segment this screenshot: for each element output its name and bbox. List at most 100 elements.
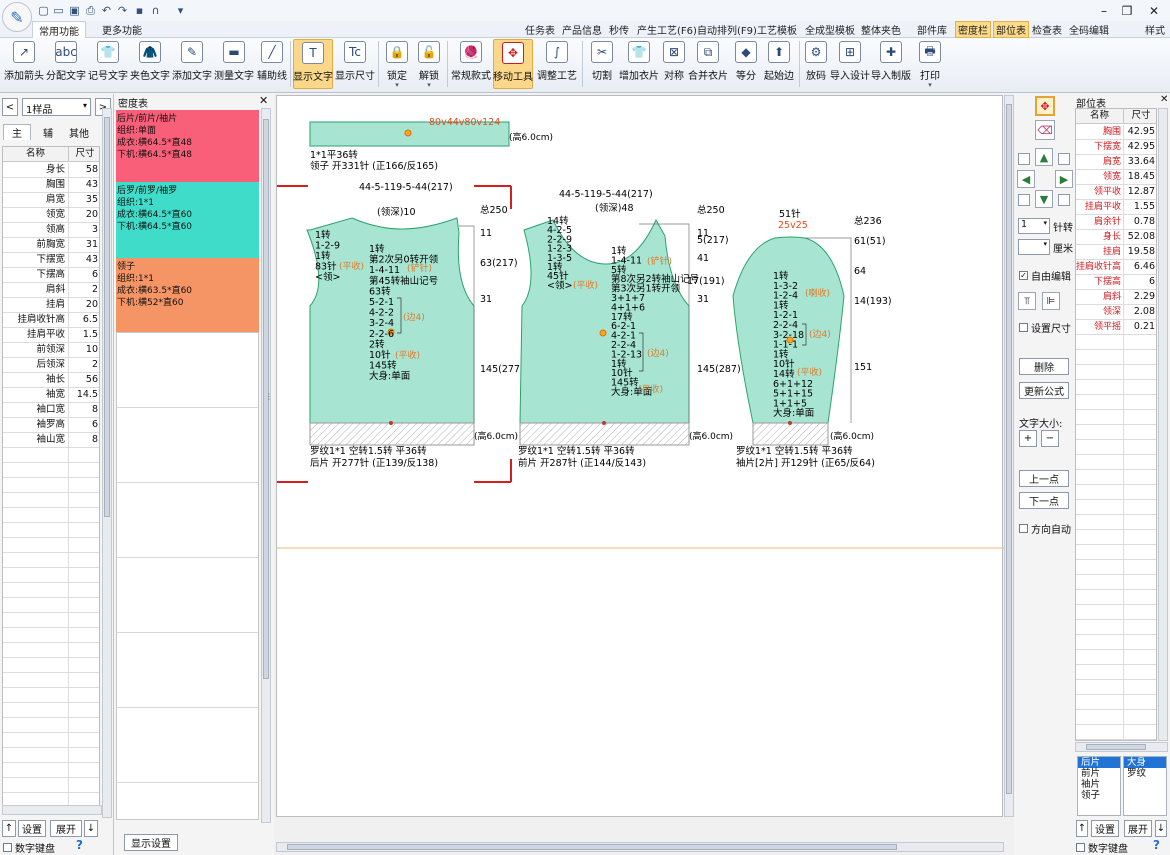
align-left-icon[interactable]: ⊫ bbox=[1042, 292, 1060, 310]
move-tool-icon[interactable]: ✥ bbox=[1035, 96, 1055, 116]
top-link-7[interactable]: 整体夹色 bbox=[861, 21, 901, 38]
restore-button[interactable]: ❐ bbox=[1115, 2, 1139, 19]
left-move-down-button[interactable]: ↓ bbox=[84, 820, 98, 837]
part-row[interactable]: 挂肩 19.58 bbox=[1076, 245, 1156, 260]
size-row[interactable]: 下摆高 6 bbox=[3, 268, 99, 283]
ribbon-button-8[interactable]: Tc 显示尺寸 bbox=[335, 39, 375, 89]
density-close-icon[interactable]: ✕ bbox=[259, 94, 268, 107]
part-row-value[interactable]: 42.95 bbox=[1124, 125, 1156, 139]
ribbon-button-16[interactable]: ⊠ 对称 bbox=[662, 39, 686, 89]
ribbon-button-18[interactable]: ◆ 等分 bbox=[732, 39, 760, 89]
ribbon-button-9[interactable]: 🔒 锁定 ▾ bbox=[383, 39, 411, 89]
nudge-left-icon[interactable]: ◀ bbox=[1017, 170, 1035, 188]
cm-input[interactable]: ▾ bbox=[1018, 239, 1050, 255]
nudge-up-icon[interactable]: ▲ bbox=[1035, 148, 1053, 166]
minimize-button[interactable]: – bbox=[1092, 2, 1116, 19]
part-table-hscrollbar-thumb[interactable] bbox=[1086, 744, 1146, 750]
size-row-value[interactable]: 43 bbox=[69, 253, 99, 267]
corner-nudge-br-icon[interactable] bbox=[1058, 194, 1070, 206]
redo-icon[interactable]: ↷ bbox=[116, 4, 129, 17]
nudge-down-icon[interactable]: ▼ bbox=[1035, 190, 1053, 208]
part-table-hscrollbar[interactable] bbox=[1075, 742, 1168, 752]
part-row[interactable]: 下摆高 6 bbox=[1076, 275, 1156, 290]
font-increase-button[interactable]: + bbox=[1019, 430, 1037, 447]
size-row[interactable]: 肩斜 2 bbox=[3, 283, 99, 298]
top-link-0[interactable]: 任务表 bbox=[525, 21, 555, 38]
size-row[interactable]: 领高 3 bbox=[3, 223, 99, 238]
ribbon-button-21[interactable]: ⊞ 导入设计 bbox=[830, 39, 870, 89]
app-logo-icon[interactable]: ✎ bbox=[2, 2, 32, 32]
piece-item[interactable]: 后片 bbox=[1078, 757, 1120, 768]
part-row[interactable]: 胸围 42.95 bbox=[1076, 125, 1156, 140]
top-link-1[interactable]: 产品信息 bbox=[562, 21, 602, 38]
piece-item[interactable]: 袖片 bbox=[1078, 779, 1120, 790]
size-row[interactable]: 袖宽 14.5 bbox=[3, 388, 99, 403]
size-row[interactable]: 前胸宽 31 bbox=[3, 238, 99, 253]
step-input[interactable]: 1 ▾ bbox=[1018, 218, 1050, 234]
top-link-6[interactable]: 全成型模板 bbox=[805, 21, 855, 38]
direction-auto-box-icon[interactable] bbox=[1019, 524, 1028, 533]
size-row-value[interactable]: 20 bbox=[69, 208, 99, 222]
nudge-right-icon[interactable]: ▶ bbox=[1055, 170, 1073, 188]
left-expand-button[interactable]: 展开 bbox=[50, 820, 82, 837]
checkbox-box[interactable] bbox=[3, 843, 12, 852]
left-scrollbar[interactable] bbox=[102, 108, 112, 818]
splitter-grip-icon[interactable]: ⋮ bbox=[265, 392, 273, 402]
save-icon[interactable]: ▣ bbox=[68, 4, 81, 17]
size-row[interactable]: 袖口宽 8 bbox=[3, 403, 99, 418]
part-row-value[interactable]: 1.55 bbox=[1124, 200, 1156, 214]
density-card[interactable]: 后罗/前罗/袖罗 组织:1*1 成衣:横64.5*直60 下机:横64.5*直60 bbox=[116, 182, 259, 258]
size-row-value[interactable]: 56 bbox=[69, 373, 99, 387]
top-link-10[interactable]: 部位表 bbox=[993, 21, 1029, 38]
part-row[interactable]: 身长 52.08 bbox=[1076, 230, 1156, 245]
next-point-button[interactable]: 下一点 bbox=[1019, 492, 1069, 509]
tab-other[interactable]: 其他 bbox=[64, 124, 94, 140]
size-row[interactable]: 前领深 10 bbox=[3, 343, 99, 358]
size-row-value[interactable]: 6 bbox=[69, 268, 99, 282]
ribbon-button-2[interactable]: 👕 记号文字 bbox=[88, 39, 128, 89]
size-row[interactable]: 领宽 20 bbox=[3, 208, 99, 223]
size-row[interactable]: 肩宽 35 bbox=[3, 193, 99, 208]
size-row[interactable]: 袖罗高 6 bbox=[3, 418, 99, 433]
ribbon-button-19[interactable]: ⬆ 起始边 bbox=[763, 39, 795, 89]
ribbon-button-1[interactable]: abc 分配文字 bbox=[46, 39, 86, 89]
align-top-icon[interactable]: ⫪ bbox=[1018, 292, 1036, 310]
font-decrease-button[interactable]: − bbox=[1041, 430, 1059, 447]
part-row[interactable]: 领平收 12.87 bbox=[1076, 185, 1156, 200]
tab-aux[interactable]: 辅 bbox=[33, 124, 63, 140]
size-row-value[interactable]: 1.5 bbox=[69, 328, 99, 342]
open-folder-icon[interactable]: ▭ bbox=[52, 4, 65, 17]
left-settings-button[interactable]: 设置 bbox=[18, 820, 46, 837]
ribbon-button-4[interactable]: ✎ 添加文字 bbox=[172, 39, 212, 89]
part-row-value[interactable]: 2.29 bbox=[1124, 290, 1156, 304]
size-row-value[interactable]: 20 bbox=[69, 298, 99, 312]
front-anchor-point[interactable] bbox=[599, 329, 607, 337]
right-move-down-button[interactable]: ↓ bbox=[1155, 820, 1167, 837]
update-formula-button[interactable]: 更新公式 bbox=[1019, 382, 1069, 399]
top-link-12[interactable]: 全码编辑 bbox=[1069, 21, 1109, 38]
prev-point-button[interactable]: 上一点 bbox=[1019, 470, 1069, 487]
top-link-4[interactable]: 自动排列(F9) bbox=[697, 21, 757, 38]
tab-common-functions[interactable]: 常用功能 bbox=[32, 21, 86, 38]
density-card[interactable]: 领子 组织:1*1 成衣:横63.5*直60 下机:横52*直60 bbox=[116, 258, 259, 332]
size-row-value[interactable]: 6 bbox=[69, 418, 99, 432]
piece-item[interactable]: 前片 bbox=[1078, 768, 1120, 779]
ribbon-button-12[interactable]: ✥ 移动工具 bbox=[493, 39, 533, 89]
collar-piece[interactable]: 80v44v80v124 (高6.0cm) 1*1平36转 领子 开331针 (… bbox=[309, 117, 553, 172]
ribbon-button-14[interactable]: ✂ 切割 bbox=[588, 39, 616, 89]
ribbon-button-6[interactable]: ╱ 辅助线 bbox=[254, 39, 290, 89]
pattern-drawing[interactable]: 80v44v80v124 (高6.0cm) 1*1平36转 领子 开331针 (… bbox=[277, 96, 1004, 818]
top-link-13[interactable]: 样式 bbox=[1145, 21, 1165, 38]
free-edit-checkbox[interactable]: ✓ 自由编辑 bbox=[1019, 268, 1071, 283]
top-link-11[interactable]: 检查表 bbox=[1032, 21, 1062, 38]
part-row-value[interactable]: 33.64 bbox=[1124, 155, 1156, 169]
delete-button[interactable]: 删除 bbox=[1019, 358, 1069, 375]
ribbon-button-10[interactable]: 🔓 解锁 ▾ bbox=[415, 39, 443, 89]
size-row-value[interactable]: 35 bbox=[69, 193, 99, 207]
numpad-checkbox[interactable]: 数字键盘 bbox=[3, 840, 55, 855]
size-row[interactable]: 袖山宽 8 bbox=[3, 433, 99, 448]
tab-main[interactable]: 主 bbox=[3, 124, 31, 140]
ribbon-button-11[interactable]: 🧶 常规款式 bbox=[451, 39, 491, 89]
back-piece[interactable]: 44-5-119-5-44(217) (领深)10 总250 11 63(217… bbox=[306, 182, 524, 469]
part-row[interactable]: 挂肩平收 1.55 bbox=[1076, 200, 1156, 215]
